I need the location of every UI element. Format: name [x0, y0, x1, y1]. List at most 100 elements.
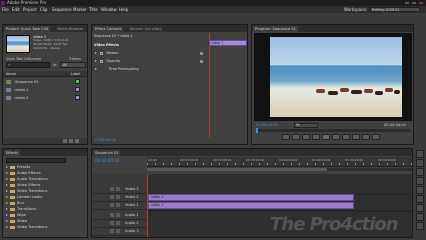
menu-title[interactable]: Title: [89, 6, 98, 13]
track-select-tool-icon[interactable]: [416, 159, 424, 167]
tab-source[interactable]: Source: (no clips): [128, 26, 164, 32]
menu-window[interactable]: Window: [101, 6, 117, 13]
effect-row-motion[interactable]: Motion: [95, 49, 119, 57]
track-header-audio-3[interactable]: Audio 3: [92, 228, 147, 236]
eye-icon[interactable]: [110, 203, 114, 207]
go-to-in-button[interactable]: [302, 134, 310, 140]
track-header-video-2[interactable]: Video 2: [92, 194, 147, 202]
track-header-audio-1[interactable]: Audio 1: [92, 212, 147, 220]
expand-triangle-icon[interactable]: [6, 208, 8, 210]
export-frame-button[interactable]: [372, 134, 380, 140]
column-label[interactable]: Label: [71, 71, 80, 77]
workspace-select[interactable]: Editing (CS5.5): [370, 7, 420, 12]
eye-icon[interactable]: [110, 187, 114, 191]
ripple-edit-tool-icon[interactable]: [416, 168, 424, 176]
track-header-video-3[interactable]: Video 3: [92, 186, 147, 194]
lock-icon[interactable]: [116, 229, 120, 233]
effect-row-time-remapping[interactable]: Time Remapping: [95, 65, 139, 73]
maximize-button[interactable]: [411, 1, 417, 5]
minimize-button[interactable]: [404, 1, 410, 5]
mark-in-button[interactable]: [282, 134, 290, 140]
mark-out-button[interactable]: [292, 134, 300, 140]
reset-icon[interactable]: [200, 60, 203, 63]
track-header-video-1[interactable]: Video 1: [92, 202, 147, 210]
new-bin-icon[interactable]: [63, 139, 67, 143]
menu-marker[interactable]: Marker: [73, 6, 87, 13]
menu-help[interactable]: Help: [119, 6, 128, 13]
list-item[interactable]: video 1: [6, 86, 86, 94]
menu-sequence[interactable]: Sequence: [52, 6, 72, 13]
track-header-audio-2[interactable]: Audio 2: [92, 220, 147, 228]
menu-project[interactable]: Project: [23, 6, 37, 13]
program-scrub-bar[interactable]: [256, 128, 411, 133]
pen-tool-icon[interactable]: [416, 213, 424, 221]
tab-media-browser[interactable]: Media Browser: [55, 26, 86, 32]
trash-icon[interactable]: [75, 139, 79, 143]
speaker-icon[interactable]: [110, 221, 114, 225]
effects-folder[interactable]: Video Transitions: [6, 224, 47, 230]
selection-tool-icon[interactable]: [416, 150, 424, 158]
close-button[interactable]: [418, 1, 424, 5]
program-viewport[interactable]: [254, 33, 412, 121]
step-forward-button[interactable]: [332, 134, 340, 140]
expand-triangle-icon[interactable]: [95, 60, 97, 62]
time-ruler[interactable]: 00:00 00:00:04:00 00:00:08:00 00:00:12:0…: [147, 157, 412, 167]
play-button[interactable]: [322, 134, 330, 140]
slip-tool-icon[interactable]: [416, 204, 424, 212]
menu-edit[interactable]: Edit: [12, 6, 20, 13]
program-playhead[interactable]: [256, 128, 258, 133]
lock-icon[interactable]: [116, 195, 120, 199]
expand-triangle-icon[interactable]: [6, 220, 8, 222]
fit-select[interactable]: Fit: [294, 123, 318, 128]
expand-triangle-icon[interactable]: [6, 166, 8, 168]
eye-icon[interactable]: [110, 195, 114, 199]
new-item-icon[interactable]: [69, 139, 73, 143]
expand-triangle-icon[interactable]: [6, 196, 8, 198]
extract-button[interactable]: [362, 134, 370, 140]
column-name[interactable]: Name: [6, 71, 16, 77]
ec-timecode[interactable]: 00:00:00:00: [94, 138, 116, 142]
rolling-edit-tool-icon[interactable]: [416, 177, 424, 185]
fx-toggle-icon[interactable]: [100, 59, 104, 63]
speaker-icon[interactable]: [110, 213, 114, 217]
list-item[interactable]: Sequence 01: [6, 78, 86, 86]
tab-program[interactable]: Program: Sequence 01: [253, 26, 298, 32]
timeline-clip-video-2[interactable]: video 2: [148, 202, 354, 209]
tab-sequence-01[interactable]: Sequence 01: [93, 150, 121, 156]
menu-clip[interactable]: Clip: [40, 6, 48, 13]
expand-triangle-icon[interactable]: [6, 190, 8, 192]
timeline-playhead[interactable]: [147, 174, 148, 237]
expand-triangle-icon[interactable]: [6, 214, 8, 216]
list-item[interactable]: video 2: [6, 94, 86, 102]
razor-tool-icon[interactable]: [416, 195, 424, 203]
lock-icon[interactable]: [116, 187, 120, 191]
expand-triangle-icon[interactable]: [95, 52, 97, 54]
expand-triangle-icon[interactable]: [6, 202, 8, 204]
lock-icon[interactable]: [116, 221, 120, 225]
expand-triangle-icon[interactable]: [6, 184, 8, 186]
expand-triangle-icon[interactable]: [95, 68, 97, 70]
tab-effects[interactable]: Effects: [4, 150, 21, 156]
expand-triangle-icon[interactable]: [6, 172, 8, 174]
hand-tool-icon[interactable]: [416, 222, 424, 230]
project-search-input[interactable]: ⌕: [6, 62, 50, 68]
lock-icon[interactable]: [116, 213, 120, 217]
program-timecode-current[interactable]: 00:00:00:00: [256, 123, 278, 127]
work-area-bar[interactable]: [147, 168, 412, 171]
rate-stretch-tool-icon[interactable]: [416, 186, 424, 194]
tab-project[interactable]: Project: Quick Take CS6: [4, 26, 51, 32]
in-filter-select[interactable]: All: [60, 62, 86, 68]
expand-triangle-icon[interactable]: [6, 178, 8, 180]
timeline-clip-video-1[interactable]: video 1: [148, 194, 354, 201]
ec-clip-bar[interactable]: video 1: [209, 40, 247, 46]
tab-effect-controls[interactable]: Effect Controls: [93, 26, 124, 32]
timeline-timecode[interactable]: 00:00:00:00: [95, 158, 119, 163]
work-area-range[interactable]: [147, 168, 327, 171]
effects-search-input[interactable]: [6, 158, 66, 163]
go-to-out-button[interactable]: [342, 134, 350, 140]
reset-icon[interactable]: [200, 52, 203, 55]
speaker-icon[interactable]: [110, 229, 114, 233]
effect-row-opacity[interactable]: Opacity: [95, 57, 120, 65]
fx-toggle-icon[interactable]: [100, 51, 104, 55]
lift-button[interactable]: [352, 134, 360, 140]
